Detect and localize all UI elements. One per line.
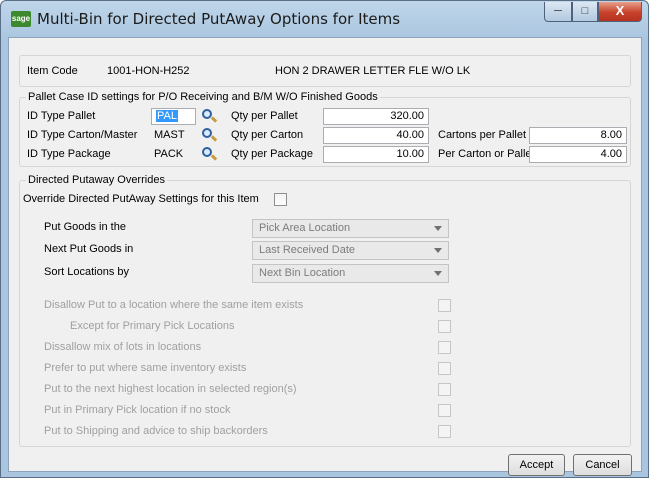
qty-per-pallet-field[interactable]: 320.00 bbox=[323, 108, 429, 125]
option-label-next-highest-location: Put to the next highest location in sele… bbox=[44, 383, 297, 395]
next-put-goods-label: Next Put Goods in bbox=[44, 243, 134, 255]
option-label-prefer-same-inventory: Prefer to put where same inventory exist… bbox=[44, 362, 247, 374]
close-icon: X bbox=[615, 3, 625, 18]
id-type-carton-label: ID Type Carton/Master bbox=[27, 129, 138, 141]
chevron-down-icon bbox=[434, 271, 442, 276]
overrides-group: Directed Putaway Overrides Override Dire… bbox=[19, 174, 631, 447]
qty-per-carton-field[interactable]: 40.00 bbox=[323, 127, 429, 144]
pallet-case-group-title: Pallet Case ID settings for P/O Receivin… bbox=[26, 91, 380, 103]
option-checkbox-shipping-backorders[interactable] bbox=[438, 425, 451, 438]
cartons-per-pallet-field[interactable]: 8.00 bbox=[529, 127, 627, 144]
item-code-value: 1001-HON-H252 bbox=[107, 65, 190, 77]
put-goods-label: Put Goods in the bbox=[44, 221, 126, 233]
close-button[interactable]: X bbox=[598, 2, 642, 22]
overrides-group-title: Directed Putaway Overrides bbox=[26, 174, 167, 186]
window-title: Multi-Bin for Directed PutAway Options f… bbox=[37, 10, 401, 28]
sort-locations-label: Sort Locations by bbox=[44, 266, 129, 278]
qty-per-package-field[interactable]: 10.00 bbox=[323, 146, 429, 163]
id-type-package-label: ID Type Package bbox=[27, 148, 111, 160]
per-carton-or-pallet-label: Per Carton or Pallet bbox=[438, 148, 535, 160]
option-checkbox-primary-pick-no-stock[interactable] bbox=[438, 404, 451, 417]
qty-per-package-label: Qty per Package bbox=[231, 148, 313, 160]
id-type-pallet-label: ID Type Pallet bbox=[27, 110, 96, 122]
dialog-window: sage Multi-Bin for Directed PutAway Opti… bbox=[0, 0, 649, 478]
minimize-icon: ─ bbox=[554, 5, 562, 17]
put-goods-dropdown[interactable]: Pick Area Location bbox=[252, 219, 449, 238]
maximize-icon: □ bbox=[581, 5, 589, 17]
chevron-down-icon bbox=[434, 226, 442, 231]
chevron-down-icon bbox=[434, 248, 442, 253]
id-type-package-field[interactable]: PACK bbox=[151, 146, 196, 163]
dialog-body: Item Code 1001-HON-H252 HON 2 DRAWER LET… bbox=[8, 37, 642, 476]
item-description: HON 2 DRAWER LETTER FLE W/O LK bbox=[275, 65, 471, 77]
option-label-primary-pick-no-stock: Put in Primary Pick location if no stock bbox=[44, 404, 231, 416]
option-checkbox-disallow-mix-lots[interactable] bbox=[438, 341, 451, 354]
qty-per-pallet-label: Qty per Pallet bbox=[231, 110, 298, 122]
maximize-button[interactable]: □ bbox=[572, 2, 598, 22]
lookup-search-icon[interactable] bbox=[201, 127, 218, 143]
sage-app-icon: sage bbox=[11, 11, 31, 27]
lookup-search-icon[interactable] bbox=[201, 146, 218, 162]
qty-per-carton-label: Qty per Carton bbox=[231, 129, 304, 141]
option-label-shipping-backorders: Put to Shipping and advice to ship backo… bbox=[44, 425, 268, 437]
cancel-button[interactable]: Cancel bbox=[573, 454, 632, 476]
cartons-per-pallet-label: Cartons per Pallet bbox=[438, 129, 527, 141]
next-put-goods-dropdown[interactable]: Last Received Date bbox=[252, 241, 449, 260]
item-code-label: Item Code bbox=[27, 65, 78, 77]
option-checkbox-disallow-same-item[interactable] bbox=[438, 299, 451, 312]
option-label-disallow-mix-lots: Dissallow mix of lots in locations bbox=[44, 341, 202, 353]
item-code-group: Item Code 1001-HON-H252 HON 2 DRAWER LET… bbox=[19, 55, 631, 87]
accept-button[interactable]: Accept bbox=[508, 454, 565, 476]
override-settings-label: Override Directed PutAway Settings for t… bbox=[23, 193, 259, 205]
sort-locations-dropdown[interactable]: Next Bin Location bbox=[252, 264, 449, 283]
option-checkbox-except-primary-pick[interactable] bbox=[438, 320, 451, 333]
title-bar[interactable]: sage Multi-Bin for Directed PutAway Opti… bbox=[1, 1, 648, 37]
id-type-carton-field[interactable]: MAST bbox=[151, 127, 196, 144]
option-label-disallow-same-item: Disallow Put to a location where the sam… bbox=[44, 299, 304, 311]
id-type-pallet-field[interactable]: PAL bbox=[151, 108, 196, 125]
option-checkbox-next-highest-location[interactable] bbox=[438, 383, 451, 396]
override-settings-checkbox[interactable] bbox=[274, 193, 287, 206]
option-label-except-primary-pick: Except for Primary Pick Locations bbox=[70, 320, 235, 332]
option-checkbox-prefer-same-inventory[interactable] bbox=[438, 362, 451, 375]
pallet-case-group: Pallet Case ID settings for P/O Receivin… bbox=[19, 91, 631, 167]
minimize-button[interactable]: ─ bbox=[544, 2, 572, 22]
lookup-search-icon[interactable] bbox=[201, 108, 218, 124]
per-carton-or-pallet-field[interactable]: 4.00 bbox=[529, 146, 627, 163]
